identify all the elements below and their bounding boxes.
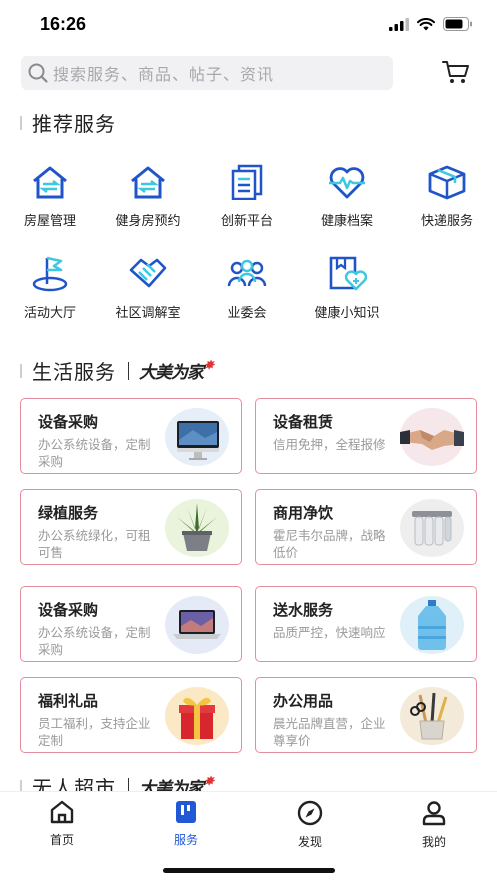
flag-icon [5, 252, 95, 292]
gym-house-icon [103, 160, 193, 200]
tab-label: 服务 [173, 833, 198, 847]
card-title: 设备租赁 [273, 413, 334, 431]
service-label: 房屋管理 [23, 214, 76, 229]
service-item-health-record[interactable]: 健康档案 [302, 160, 392, 229]
pen-holder-image [400, 687, 464, 745]
card-title: 办公用品 [273, 692, 334, 710]
service-card-equipment-purchase-2[interactable]: 设备采购 办公系统设备，定制采购 [20, 586, 242, 662]
tab-label: 首页 [49, 833, 74, 847]
documents-icon [202, 160, 292, 200]
signal-icon [389, 17, 409, 31]
status-bar: 16:26 [0, 0, 497, 50]
people-icon [202, 252, 292, 292]
desktop-computer-image [165, 408, 229, 466]
compass-icon [297, 800, 323, 826]
service-card-green-plants[interactable]: 绿植服务 办公系统绿化，可租可售 [20, 489, 242, 565]
gift-box-image [165, 687, 229, 745]
card-desc: 办公系统绿化，可租可售 [38, 528, 151, 560]
service-item-health-tips[interactable]: 健康小知识 [302, 252, 392, 321]
battery-icon [443, 17, 472, 31]
brand-separator [128, 361, 129, 380]
life-title: 生活服务 [32, 360, 116, 384]
service-item-express[interactable]: 快递服务 [402, 160, 492, 229]
service-card-water-purifier[interactable]: 商用净饮 霍尼韦尔品牌，战略低价 [255, 489, 477, 565]
life-section-title: 生活服务 大美为家✸ [20, 356, 214, 385]
wifi-icon [417, 17, 435, 30]
card-title: 商用净饮 [273, 504, 334, 522]
search-row: 搜索服务、商品、帖子、资讯 [0, 54, 497, 92]
brand-logo: 大美为家✸ [139, 358, 214, 383]
service-card-equipment-rental[interactable]: 设备租赁 信用免押，全程报修 [255, 398, 477, 474]
section-divider [20, 363, 22, 378]
service-label: 快递服务 [420, 214, 473, 229]
handshake-image [400, 408, 464, 466]
service-card-office-supplies[interactable]: 办公用品 晨光品牌直营，企业尊享价 [255, 677, 477, 753]
service-card-equipment-purchase[interactable]: 设备采购 办公系统设备，定制采购 [20, 398, 242, 474]
status-icons [389, 17, 473, 31]
search-placeholder: 搜索服务、商品、帖子、资讯 [53, 65, 275, 84]
card-desc: 晨光品牌直营，企业尊享价 [273, 716, 386, 748]
package-icon [402, 160, 492, 200]
card-title: 设备采购 [38, 601, 99, 619]
service-label: 业委会 [227, 306, 267, 321]
card-desc: 员工福利，支持企业定制 [38, 716, 151, 748]
health-book-icon [302, 252, 392, 292]
service-label: 社区调解室 [115, 306, 181, 321]
recommend-section-title: 推荐服务 [20, 108, 116, 137]
card-desc: 霍尼韦尔品牌，战略低价 [273, 528, 386, 560]
status-time: 16:26 [40, 14, 87, 34]
service-item-innovation[interactable]: 创新平台 [202, 160, 292, 229]
card-title: 设备采购 [38, 413, 99, 431]
tab-home[interactable]: 首页 [32, 800, 92, 848]
home-icon [50, 800, 74, 824]
potted-plant-image [165, 499, 229, 557]
handshake-icon [103, 252, 193, 292]
service-label: 健康小知识 [314, 306, 380, 321]
tab-label: 发现 [297, 835, 322, 849]
card-title: 福利礼品 [38, 692, 99, 710]
service-card-welfare-gifts[interactable]: 福利礼品 员工福利，支持企业定制 [20, 677, 242, 753]
card-title: 绿植服务 [38, 504, 99, 522]
tab-label: 我的 [421, 835, 446, 849]
service-item-committee[interactable]: 业委会 [202, 252, 292, 321]
home-indicator [163, 868, 335, 873]
cart-icon[interactable] [442, 59, 470, 85]
service-item-mediation[interactable]: 社区调解室 [103, 252, 193, 321]
service-item-activity[interactable]: 活动大厅 [5, 252, 95, 321]
section-divider [20, 115, 22, 130]
service-label: 创新平台 [220, 214, 273, 229]
tab-mine[interactable]: 我的 [404, 800, 464, 850]
card-desc: 办公系统设备，定制采购 [38, 625, 151, 657]
service-item-house[interactable]: 房屋管理 [5, 160, 95, 229]
water-bottle-image [400, 596, 464, 654]
card-desc: 办公系统设备，定制采购 [38, 437, 151, 469]
laptop-image [165, 596, 229, 654]
heart-pulse-icon [302, 160, 392, 200]
search-icon [28, 63, 48, 83]
service-icon [176, 801, 196, 823]
user-icon [422, 801, 446, 826]
water-purifier-image [400, 499, 464, 557]
tab-service[interactable]: 服务 [156, 800, 216, 848]
service-label: 健身房预约 [115, 214, 181, 229]
search-input[interactable]: 搜索服务、商品、帖子、资讯 [21, 56, 393, 90]
tab-discover[interactable]: 发现 [280, 800, 340, 850]
service-card-water-delivery[interactable]: 送水服务 品质严控，快速响应 [255, 586, 477, 662]
card-desc: 信用免押，全程报修 [273, 437, 386, 452]
recommend-title: 推荐服务 [32, 112, 116, 136]
service-item-gym[interactable]: 健身房预约 [103, 160, 193, 229]
service-label: 健康档案 [320, 214, 373, 229]
house-icon [5, 160, 95, 200]
service-label: 活动大厅 [23, 306, 76, 321]
card-desc: 品质严控，快速响应 [273, 625, 386, 640]
card-title: 送水服务 [273, 601, 334, 619]
